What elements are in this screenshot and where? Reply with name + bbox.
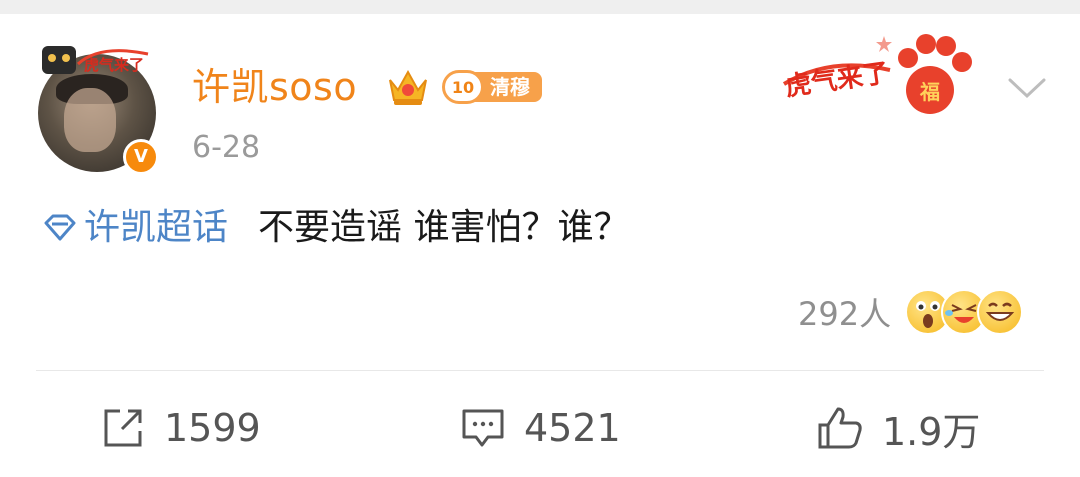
decoration-text: 虎气来了 bbox=[783, 57, 890, 102]
topic-link[interactable]: 许凯超话 bbox=[42, 198, 228, 258]
share-icon bbox=[104, 409, 142, 447]
grin-emoji-icon bbox=[977, 289, 1024, 335]
repost-count: 1599 bbox=[164, 406, 261, 450]
comment-count: 4521 bbox=[524, 406, 621, 450]
chevron-down-icon[interactable] bbox=[1006, 72, 1048, 102]
post-content: 许凯超话 不要造谣 谁害怕？谁？ bbox=[42, 198, 629, 258]
post-text: 不要造谣 谁害怕？谁？ bbox=[258, 207, 630, 248]
avatar-container[interactable]: 虎气来了 V bbox=[28, 36, 168, 176]
fan-level: 10 bbox=[442, 70, 484, 104]
diamond-icon bbox=[44, 214, 76, 241]
reactions[interactable]: 292人 bbox=[798, 288, 1024, 336]
fu-char: 福 bbox=[919, 80, 940, 104]
verified-badge: V bbox=[123, 139, 159, 175]
paw-icon: 福 bbox=[898, 34, 972, 114]
crown-icon[interactable] bbox=[386, 66, 430, 108]
avatar-face bbox=[64, 88, 116, 152]
post-date: 6-28 bbox=[192, 130, 261, 165]
reaction-count: 292人 bbox=[798, 295, 892, 333]
fan-badge[interactable]: 10 清穆 bbox=[442, 70, 542, 104]
thumbs-up-icon bbox=[818, 407, 862, 449]
comment-icon bbox=[462, 409, 504, 447]
like-count: 1.9万 bbox=[882, 409, 981, 454]
divider bbox=[36, 370, 1044, 371]
avatar-frame-tiger-icon: 虎气来了 bbox=[42, 46, 149, 74]
repost-button[interactable]: 1599 bbox=[100, 400, 261, 456]
username[interactable]: 许凯soso bbox=[192, 63, 357, 111]
tiger-year-decoration: 虎气来了 福 bbox=[782, 34, 972, 114]
avatar-frame-text: 虎气来了 bbox=[84, 56, 144, 74]
like-button[interactable]: 1.9万 bbox=[816, 400, 980, 456]
topic-label[interactable]: 许凯超话 bbox=[84, 198, 228, 258]
top-gap bbox=[0, 0, 1080, 14]
comment-button[interactable]: 4521 bbox=[460, 400, 621, 456]
